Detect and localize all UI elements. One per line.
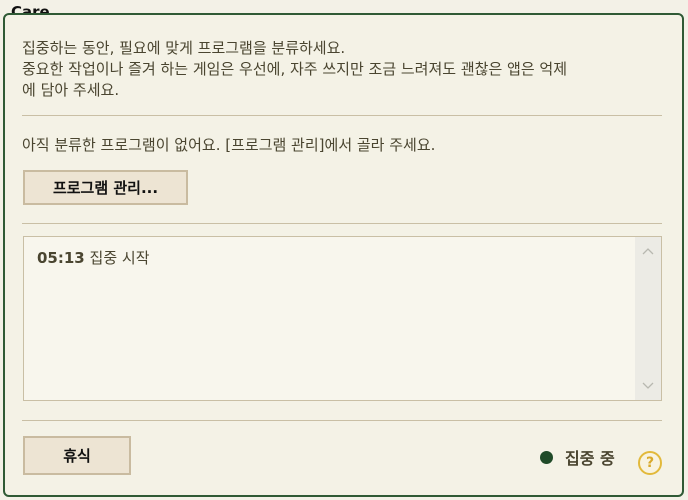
intro-line: 중요한 작업이나 즐겨 하는 게임은 우선에, 자주 쓰지만 조금 느려져도 괜… <box>22 60 567 78</box>
intro-line: 집중하는 동안, 필요에 맞게 프로그램을 분류하세요. <box>22 39 346 57</box>
log-entry-time: 05:13 <box>37 249 85 267</box>
status-text: 집중 중 <box>565 449 615 468</box>
focus-status: 집중 중 <box>540 445 615 469</box>
chevron-up-icon[interactable] <box>635 241 661 261</box>
chevron-down-icon[interactable] <box>635 376 661 396</box>
log-entry: 05:13 집중 시작 <box>37 247 150 268</box>
divider <box>22 420 662 421</box>
divider <box>22 223 662 224</box>
empty-programs-message: 아직 분류한 프로그램이 없어요. [프로그램 관리]에서 골라 주세요. <box>22 136 436 154</box>
log-entry-text: 집중 시작 <box>89 249 150 267</box>
divider <box>22 115 662 116</box>
help-icon[interactable]: ? <box>638 451 662 475</box>
intro-text: 집중하는 동안, 필요에 맞게 프로그램을 분류하세요. 중요한 작업이나 즐겨… <box>22 38 672 101</box>
manage-programs-button[interactable]: 프로그램 관리... <box>23 170 188 205</box>
rest-button[interactable]: 휴식 <box>23 436 131 475</box>
activity-log[interactable]: 05:13 집중 시작 <box>23 236 662 401</box>
intro-line: 에 담아 주세요. <box>22 81 120 99</box>
status-dot-icon <box>540 450 553 464</box>
log-scrollbar[interactable] <box>635 237 661 400</box>
